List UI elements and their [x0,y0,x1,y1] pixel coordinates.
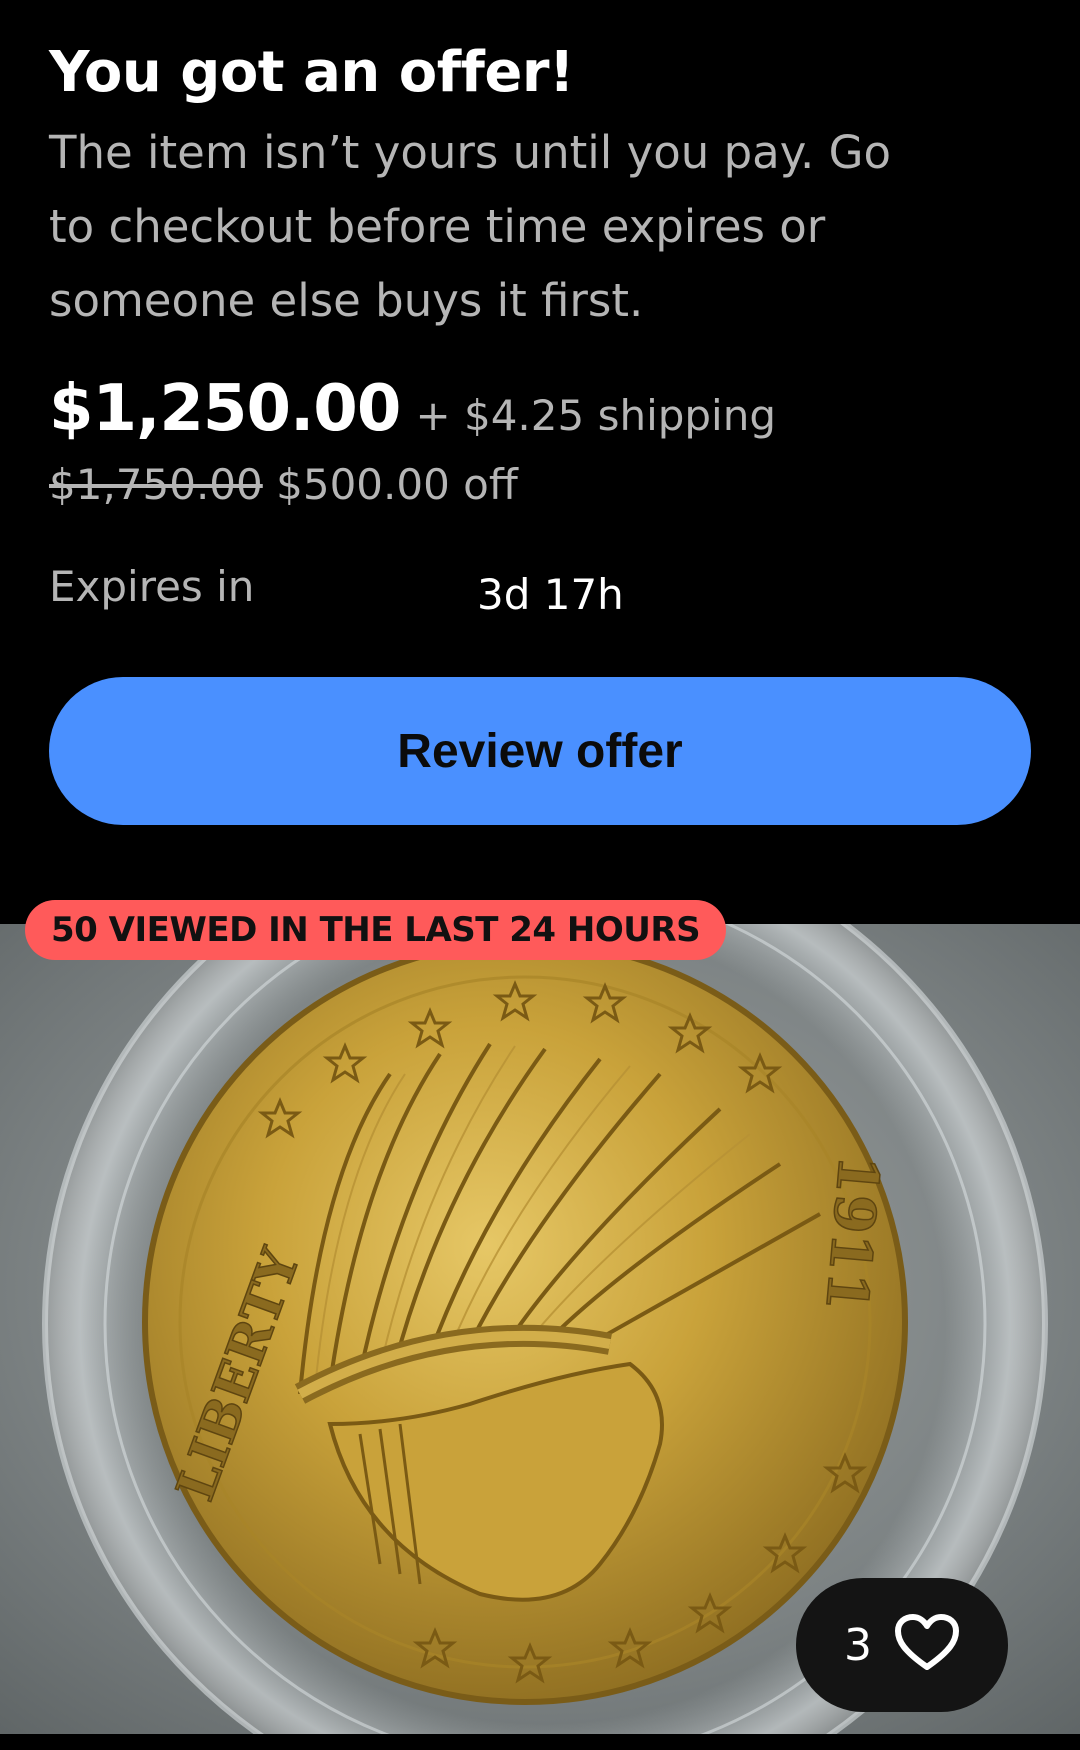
discount-row: $1,750.00 $500.00 off [49,460,518,509]
coin-inscription-date: 1911 [812,1153,891,1314]
heart-icon [894,1613,960,1677]
expires-label: Expires in [49,562,255,611]
offer-panel: You got an offer! The item isn’t yours u… [0,0,1080,924]
offer-subtitle: The item isn’t yours until you pay. Go t… [49,126,891,327]
original-price: $1,750.00 [49,460,263,509]
watch-count: 3 [844,1619,872,1671]
offer-title: You got an offer! [49,40,575,105]
review-offer-button[interactable]: Review offer [49,677,1031,825]
watch-button[interactable]: 3 [796,1578,1008,1712]
bottom-divider [0,1734,1080,1750]
shipping-cost: + $4.25 shipping [415,391,777,440]
offer-price: $1,250.00 [49,372,401,446]
expires-countdown: 3d 17h [477,570,624,619]
views-badge: 50 VIEWED IN THE LAST 24 HOURS [25,900,727,960]
price-row: $1,250.00 + $4.25 shipping [49,372,776,446]
discount-amount: $500.00 off [276,460,518,509]
